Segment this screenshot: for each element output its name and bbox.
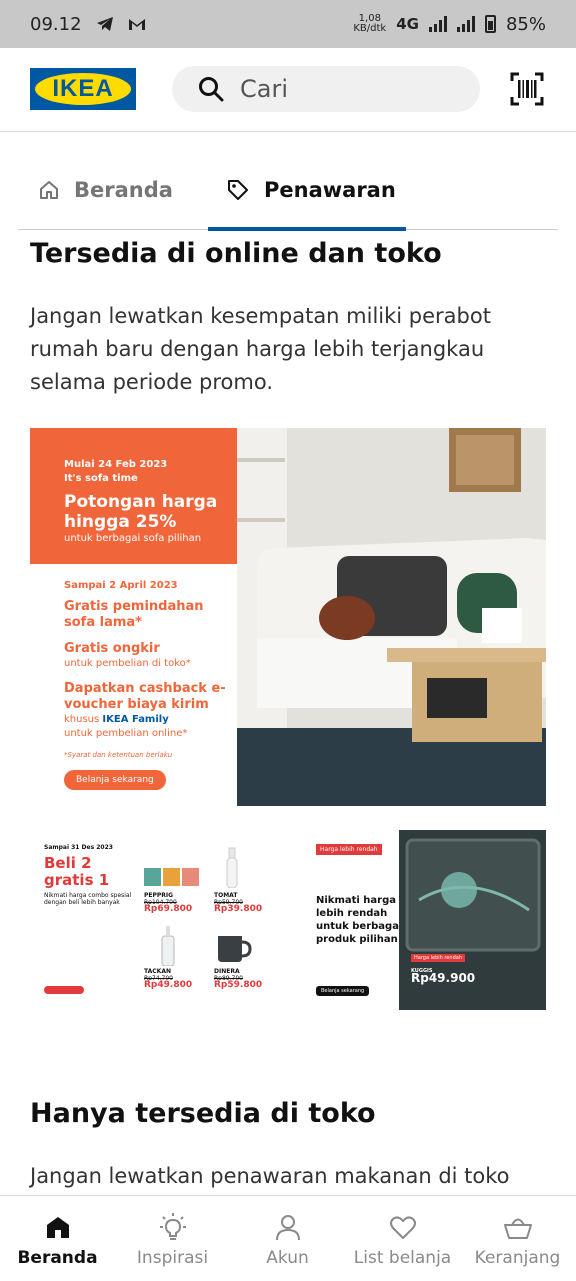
app-header: IKEA — [0, 48, 576, 132]
nav-inspirasi[interactable]: Inspirasi — [115, 1196, 230, 1281]
card-products[interactable]: PEPPRIG Rp104.700 Rp69.800 TOMAT Rp59.70… — [138, 830, 278, 1010]
network-type: 4G — [396, 15, 419, 33]
search-icon — [199, 77, 224, 102]
card-buy2-get1[interactable]: Sampai 31 Des 2023 Beli 2 gratis 1 Nikma… — [30, 830, 136, 1010]
barcode-scanner-icon[interactable] — [510, 72, 544, 106]
search-bar[interactable] — [172, 66, 480, 112]
basket-icon — [503, 1218, 532, 1239]
card3-button[interactable]: Belanja sekarang — [316, 986, 370, 996]
product-pepprig: PEPPRIG Rp104.700 Rp69.800 — [144, 892, 193, 914]
card-kuggis[interactable]: Harga lebih rendah KUGGIS Rp49.900 — [399, 830, 546, 1010]
sofa-photo — [237, 428, 546, 806]
status-time: 09.12 — [30, 13, 82, 35]
card-lower-price[interactable]: Harga lebih rendah Nikmati harga lebih r… — [310, 830, 410, 1010]
tab-beranda[interactable]: Beranda — [38, 150, 173, 230]
section-description-online: Jangan lewatkan kesempatan miliki perabo… — [30, 304, 491, 394]
shop-now-button[interactable]: Belanja sekarang — [64, 770, 166, 790]
heart-icon — [389, 1216, 416, 1239]
product-tackan: TACKAN Rp74.700 Rp49.800 — [144, 968, 193, 990]
home-icon — [46, 1217, 69, 1238]
tackan-image — [161, 926, 175, 966]
section-title-online: Tersedia di online dan toko — [30, 238, 442, 269]
promo-cards: Sampai 31 Des 2023 Beli 2 gratis 1 Nikma… — [30, 830, 546, 1010]
kuggis-label: Harga lebih rendah KUGGIS Rp49.900 — [411, 954, 476, 985]
card1-button[interactable] — [44, 986, 84, 994]
status-bar: 09.12 1,08 KB/dtk 4G 85% — [0, 0, 576, 48]
bottom-nav: Beranda Inspirasi Akun List belanja Kera… — [0, 1195, 576, 1280]
gmail-icon — [128, 19, 145, 30]
user-icon — [275, 1215, 300, 1241]
promo-header: Mulai 24 Feb 2023 It's sofa time Potonga… — [30, 428, 237, 564]
telegram-icon — [96, 17, 113, 31]
product-tomat: TOMAT Rp59.700 Rp39.800 — [214, 892, 263, 914]
tab-penawaran[interactable]: Penawaran — [208, 150, 406, 231]
price-tag-icon — [228, 180, 248, 200]
promo-offers: Sampai 2 April 2023 Gratis pemindahan so… — [64, 580, 234, 790]
home-icon — [40, 181, 58, 199]
tomat-image — [226, 847, 238, 888]
nav-list-belanja[interactable]: List belanja — [345, 1196, 460, 1281]
product-dinera: DINERA Rp89.700 Rp59.800 — [214, 968, 263, 990]
signal-icon — [428, 16, 447, 32]
search-input[interactable] — [238, 74, 438, 104]
section-title-store: Hanya tersedia di toko — [30, 1098, 376, 1129]
pepprig-image — [144, 868, 199, 886]
nav-akun[interactable]: Akun — [230, 1196, 345, 1281]
nav-keranjang[interactable]: Keranjang — [460, 1196, 575, 1281]
ikea-logo[interactable]: IKEA — [30, 68, 136, 110]
nav-beranda[interactable]: Beranda — [0, 1196, 115, 1281]
battery-level: 85% — [505, 13, 546, 35]
dinera-image — [218, 936, 252, 962]
tab-bar: Beranda Penawaran — [18, 150, 558, 231]
sofa-promo-banner[interactable]: Mulai 24 Feb 2023 It's sofa time Potonga… — [30, 428, 237, 806]
lightbulb-icon — [159, 1213, 186, 1240]
net-speed: 1,08 KB/dtk — [353, 13, 387, 34]
signal-icon-2 — [456, 16, 475, 32]
battery-icon — [484, 15, 496, 33]
